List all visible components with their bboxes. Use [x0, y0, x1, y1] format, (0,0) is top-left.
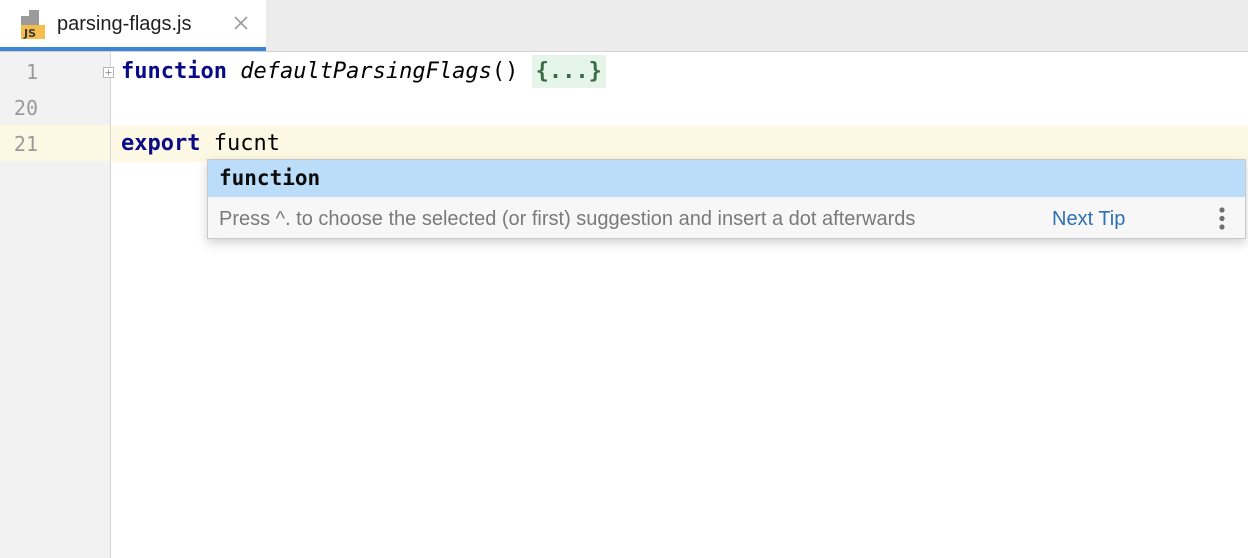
vertical-ellipsis-icon[interactable]	[1212, 205, 1232, 233]
code-completion-popup: function Press ^. to choose the selected…	[207, 159, 1246, 239]
completion-item-selected[interactable]: function	[208, 160, 1245, 197]
typed-text: fucnt	[213, 131, 280, 156]
tab-parsing-flags-js[interactable]: JS parsing-flags.js	[0, 0, 266, 51]
keyword-function: function	[121, 59, 227, 84]
completion-item-label: function	[219, 166, 321, 190]
line-number: 20	[13, 96, 38, 120]
line-number: 21	[13, 132, 38, 156]
folded-region[interactable]: {...}	[531, 55, 606, 88]
function-name: defaultParsingFlags	[240, 59, 492, 84]
next-tip-link[interactable]: Next Tip	[1052, 204, 1125, 234]
line-number: 1	[25, 60, 38, 84]
code-line-1[interactable]: function defaultParsingFlags() {...}	[111, 54, 1248, 90]
editor-tab-bar: JS parsing-flags.js	[0, 0, 1248, 52]
close-icon[interactable]	[232, 14, 250, 32]
parameter-parens: ()	[491, 59, 519, 84]
file-icon-label: JS	[23, 27, 36, 40]
javascript-file-icon: JS	[17, 10, 49, 40]
tab-label: parsing-flags.js	[57, 13, 192, 35]
keyword-export: export	[121, 131, 201, 156]
code-line-20[interactable]	[111, 90, 1248, 126]
completion-tip-text: Press ^. to choose the selected (or firs…	[219, 208, 916, 230]
code-line-21[interactable]: export fucnt	[111, 126, 1248, 162]
